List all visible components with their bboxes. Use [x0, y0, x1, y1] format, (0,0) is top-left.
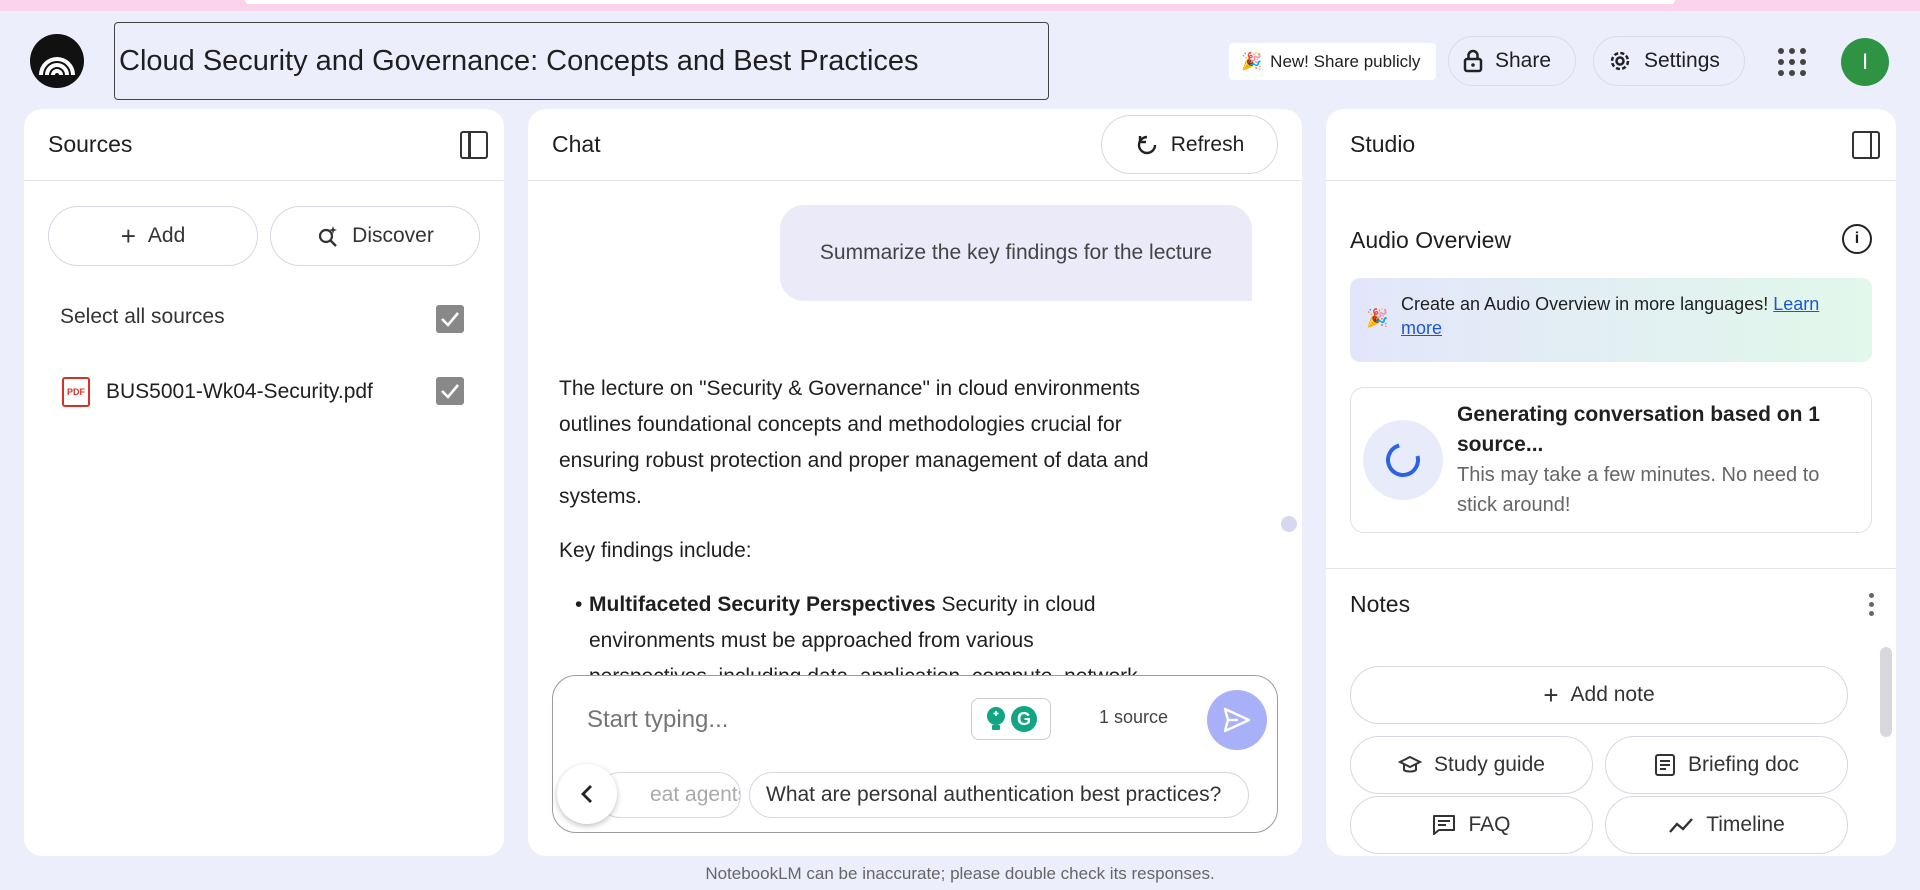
promo-text: Create an Audio Overview in more languag… — [1401, 294, 1769, 314]
chat-title: Chat — [552, 131, 601, 157]
source-checkbox[interactable] — [436, 377, 464, 405]
lightbulb-icon — [987, 707, 1005, 730]
faq-label: FAQ — [1468, 813, 1511, 836]
sources-header: Sources — [24, 109, 504, 181]
spinner-icon — [1379, 436, 1427, 484]
bullet-heading: Multifaceted Security Perspectives — [589, 593, 936, 616]
studio-panel: Studio Audio Overview i 🎉 Create an Audi… — [1326, 109, 1896, 856]
share-button[interactable]: Share — [1448, 36, 1576, 86]
key-findings-label: Key findings include: — [559, 539, 752, 562]
briefing-doc-button[interactable]: Briefing doc — [1605, 736, 1848, 794]
chat-composer: G 1 source eat agents. What are personal… — [552, 675, 1278, 833]
source-item[interactable]: PDF BUS5001-Wk04-Security.pdf — [62, 377, 373, 407]
chat-input[interactable] — [587, 706, 967, 734]
chat-panel: Chat Refresh Summarize the key findings … — [528, 109, 1302, 856]
discover-button[interactable]: Discover — [270, 206, 480, 266]
chat-header: Chat Refresh — [528, 109, 1302, 181]
more-options-icon[interactable] — [1869, 593, 1874, 616]
suggestion-chip[interactable]: What are personal authentication best pr… — [749, 772, 1249, 818]
study-guide-label: Study guide — [1434, 753, 1545, 776]
disclaimer-footer: NotebookLM can be inaccurate; please dou… — [705, 864, 1215, 883]
graduation-cap-icon — [1398, 755, 1423, 773]
discover-search-icon — [319, 226, 338, 247]
checkmark-icon — [441, 384, 459, 399]
loading-spinner — [1363, 420, 1443, 500]
logo-icon — [39, 57, 75, 76]
suggestion-chip[interactable]: eat agents. — [597, 772, 741, 818]
trend-line-icon — [1669, 818, 1694, 833]
user-message: Summarize the key findings for the lectu… — [780, 205, 1252, 301]
collapse-studio-icon[interactable] — [1852, 131, 1880, 159]
refresh-label: Refresh — [1170, 132, 1245, 156]
checkmark-icon — [441, 312, 459, 327]
chevron-left-icon — [581, 785, 592, 803]
audio-promo-banner: 🎉 Create an Audio Overview in more langu… — [1350, 278, 1872, 362]
chat-bubble-icon — [1433, 815, 1456, 835]
info-icon[interactable]: i — [1842, 224, 1872, 254]
add-note-button[interactable]: + Add note — [1350, 666, 1848, 724]
share-label: Share — [1495, 49, 1552, 72]
notes-title: Notes — [1350, 591, 1411, 617]
plus-icon: + — [120, 220, 136, 251]
scroll-suggestions-left-button[interactable] — [557, 764, 617, 824]
select-all-label: Select all sources — [60, 305, 225, 328]
refresh-icon — [1137, 135, 1156, 154]
generating-title: Generating conversation based on 1 sourc… — [1457, 403, 1820, 456]
share-publicly-button[interactable]: 🎉 New! Share publicly — [1229, 43, 1436, 80]
notebook-title-input[interactable]: Cloud Security and Governance: Concepts … — [114, 22, 1049, 100]
studio-title: Studio — [1350, 131, 1416, 157]
grammarly-widget[interactable]: G — [971, 698, 1051, 740]
faq-button[interactable]: FAQ — [1350, 796, 1593, 854]
party-popper-icon: 🎉 — [1241, 51, 1263, 71]
document-icon — [1655, 754, 1676, 776]
notebooklm-logo[interactable] — [30, 34, 84, 88]
refresh-button[interactable]: Refresh — [1101, 115, 1278, 174]
add-source-button[interactable]: + Add — [48, 206, 258, 266]
settings-button[interactable]: Settings — [1593, 36, 1745, 86]
sources-panel: Sources + Add Discover Select all source… — [24, 109, 504, 856]
party-popper-icon: 🎉 — [1366, 308, 1389, 328]
top-banner-inner — [245, 0, 1675, 4]
send-button[interactable] — [1207, 690, 1267, 750]
discover-label: Discover — [352, 224, 434, 247]
avatar[interactable]: I — [1841, 38, 1889, 86]
timeline-label: Timeline — [1706, 813, 1785, 836]
collapse-sources-icon[interactable] — [460, 131, 488, 159]
scroll-indicator[interactable] — [1281, 516, 1297, 532]
gear-icon — [1610, 51, 1630, 71]
apps-grid-icon[interactable] — [1778, 48, 1806, 76]
top-banner-strip — [0, 0, 1920, 11]
plus-icon: + — [1543, 679, 1559, 710]
lock-icon — [1463, 49, 1483, 73]
pdf-icon: PDF — [62, 377, 90, 407]
answer-intro: The lecture on "Security & Governance" i… — [559, 377, 1149, 508]
timeline-button[interactable]: Timeline — [1605, 796, 1848, 854]
source-name: BUS5001-Wk04-Security.pdf — [106, 380, 373, 403]
generating-card: Generating conversation based on 1 sourc… — [1350, 387, 1872, 533]
studio-header: Studio — [1326, 109, 1896, 181]
study-guide-button[interactable]: Study guide — [1350, 736, 1593, 794]
briefing-doc-label: Briefing doc — [1688, 753, 1799, 776]
add-note-label: Add note — [1570, 683, 1655, 706]
settings-label: Settings — [1644, 49, 1720, 72]
grammarly-icon: G — [1011, 706, 1037, 732]
share-publicly-label: New! Share publicly — [1270, 51, 1421, 71]
sources-title: Sources — [48, 131, 133, 157]
select-all-checkbox[interactable] — [436, 305, 464, 333]
assistant-answer: The lecture on "Security & Governance" i… — [559, 371, 1149, 695]
add-label: Add — [147, 224, 186, 247]
section-divider — [1326, 568, 1896, 569]
source-count: 1 source — [1099, 707, 1169, 727]
scrollbar[interactable] — [1880, 647, 1892, 737]
generating-subtitle: This may take a few minutes. No need to … — [1457, 464, 1820, 516]
send-icon — [1223, 707, 1251, 733]
audio-overview-title: Audio Overview — [1350, 227, 1512, 253]
